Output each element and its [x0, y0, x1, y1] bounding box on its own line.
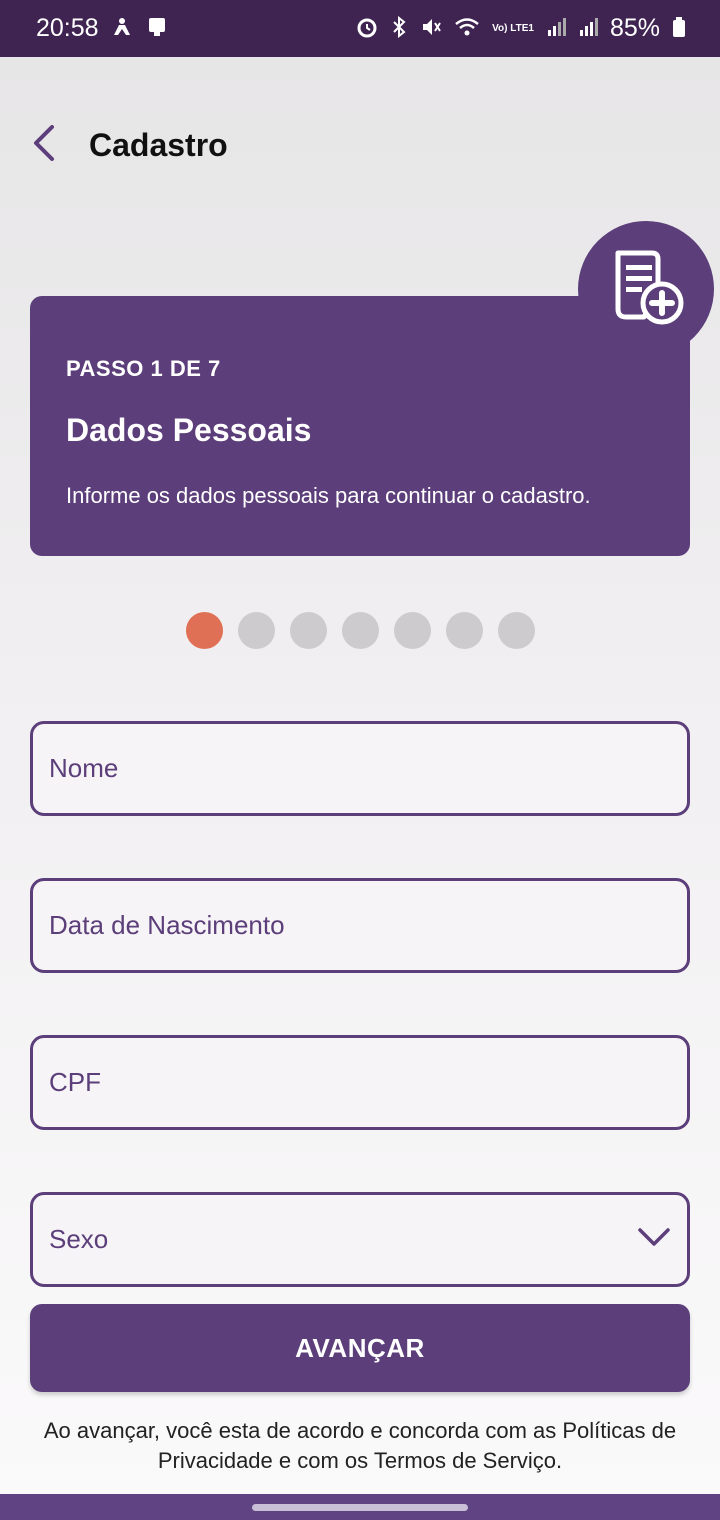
- step-dot-active: [186, 612, 223, 649]
- name-input[interactable]: Nome: [30, 721, 690, 816]
- page-title: Cadastro: [89, 126, 228, 163]
- step-badge: [578, 221, 714, 357]
- step-title: Dados Pessoais: [66, 412, 312, 448]
- gender-placeholder: Sexo: [49, 1224, 109, 1254]
- status-bar: 20:58 Vo) LTE1 85%: [0, 0, 720, 57]
- gender-select[interactable]: Sexo: [30, 1192, 690, 1287]
- volte-icon: Vo) LTE1: [492, 22, 534, 34]
- home-handle[interactable]: [252, 1503, 468, 1511]
- step-dot: [238, 612, 275, 649]
- birthdate-input[interactable]: Data de Nascimento: [30, 878, 690, 973]
- next-button[interactable]: AVANÇAR: [30, 1304, 690, 1392]
- step-dot: [290, 612, 327, 649]
- step-description: Informe os dados pessoais para continuar…: [66, 483, 591, 508]
- volte-label: Vo) LTE1: [492, 22, 534, 34]
- chevron-left-icon: [30, 123, 58, 168]
- step-dot: [446, 612, 483, 649]
- step-card: PASSO 1 DE 7 Dados Pessoais Informe os d…: [30, 296, 690, 556]
- terms-text: Ao avançar, você esta de acordo e concor…: [43, 1418, 677, 1473]
- navigation-bar: [0, 1494, 720, 1520]
- step-dot: [342, 612, 379, 649]
- document-add-icon: [606, 247, 686, 332]
- status-bar-right: Vo) LTE1 85%: [356, 14, 686, 43]
- step-dot: [394, 612, 431, 649]
- birthdate-placeholder: Data de Nascimento: [49, 910, 285, 940]
- step-progress: [186, 612, 535, 649]
- status-bar-left: 20:58: [36, 14, 169, 43]
- battery-percent: 85%: [609, 14, 660, 42]
- accessibility-icon: [111, 16, 133, 42]
- app-bar: Cadastro: [0, 100, 720, 190]
- signal-icon: [578, 16, 598, 42]
- battery-icon: [672, 16, 686, 42]
- screen-cast-icon: [145, 16, 169, 42]
- cpf-placeholder: CPF: [49, 1067, 101, 1097]
- alarm-icon: [356, 16, 378, 42]
- back-button[interactable]: [14, 115, 74, 175]
- step-dot: [498, 612, 535, 649]
- mute-icon: [420, 16, 442, 42]
- wifi-icon: [454, 16, 480, 42]
- name-placeholder: Nome: [49, 753, 119, 783]
- status-time: 20:58: [36, 14, 99, 42]
- step-indicator: PASSO 1 DE 7: [66, 356, 221, 381]
- cpf-input[interactable]: CPF: [30, 1035, 690, 1130]
- signal-icon: [546, 16, 566, 42]
- bluetooth-icon: [390, 15, 408, 42]
- chevron-down-icon: [637, 1224, 671, 1255]
